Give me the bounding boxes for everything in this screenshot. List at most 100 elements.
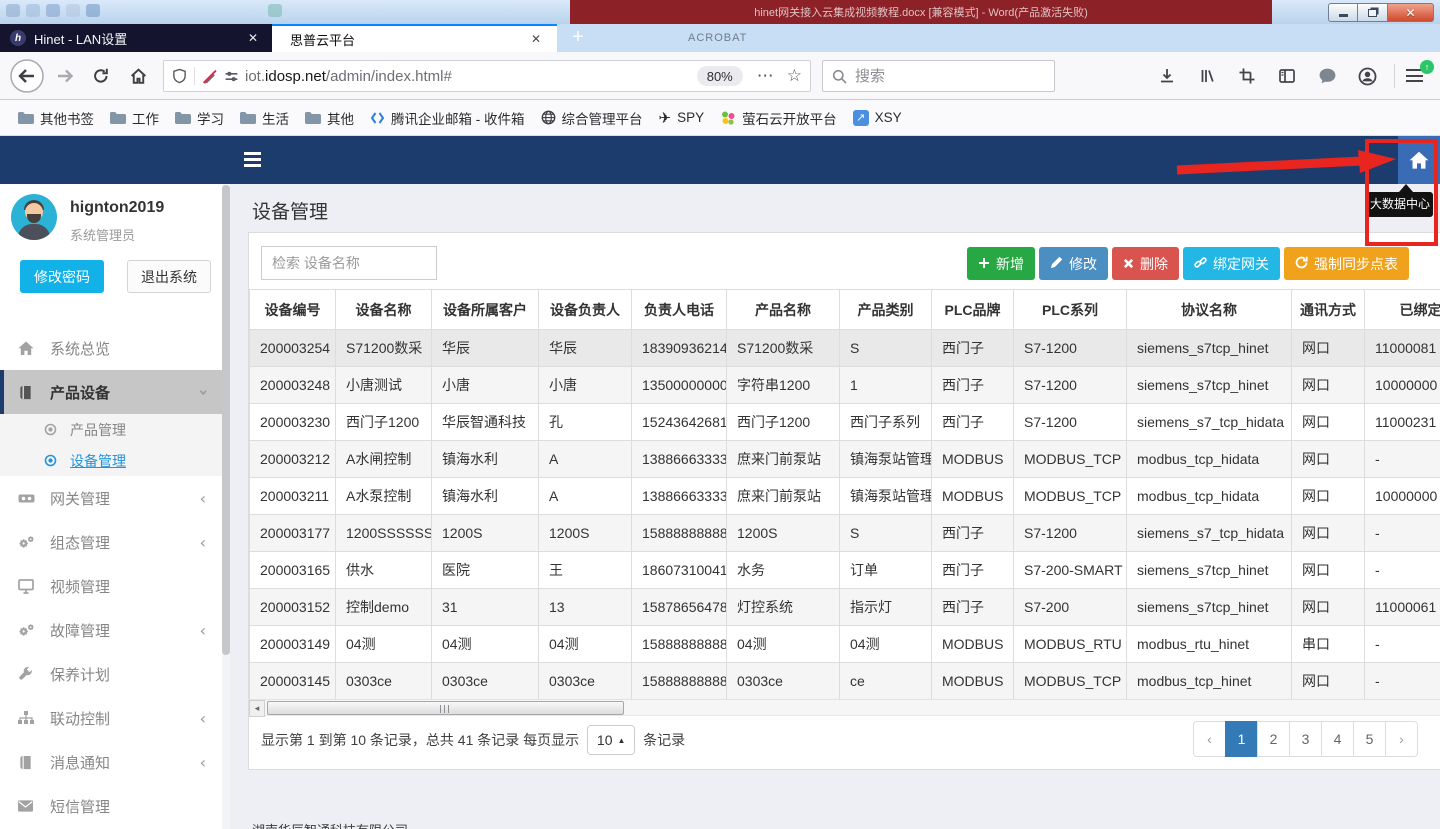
- column-header[interactable]: 设备负责人: [539, 290, 632, 330]
- shield-icon[interactable]: [172, 68, 187, 84]
- new-tab-button[interactable]: +: [566, 25, 590, 51]
- screenshot-icon[interactable]: [1230, 52, 1264, 100]
- downloads-icon[interactable]: [1150, 52, 1184, 100]
- restore-button[interactable]: [1358, 3, 1388, 22]
- column-header[interactable]: 设备名称: [336, 290, 432, 330]
- account-icon[interactable]: [1350, 52, 1384, 100]
- sidebar-item-设备管理[interactable]: 设备管理: [0, 445, 222, 476]
- sidebar-item-系统总览[interactable]: 系统总览: [0, 326, 222, 370]
- url-bar[interactable]: iot.idosp.net/admin/index.html# 80% ⋯ ☆: [163, 60, 811, 92]
- bookmark-star-icon[interactable]: ☆: [787, 66, 802, 86]
- tab-sipu-cloud[interactable]: 思普云平台 ✕: [272, 24, 557, 52]
- next-page-button[interactable]: ›: [1385, 721, 1418, 757]
- edit-button[interactable]: 修改: [1039, 247, 1108, 280]
- browser-search-input[interactable]: [855, 68, 1025, 85]
- sidebar-collapse-icon[interactable]: [244, 152, 261, 170]
- avatar[interactable]: [11, 194, 57, 240]
- table-cell: 13: [539, 589, 632, 626]
- minimize-button[interactable]: [1328, 3, 1358, 22]
- table-row[interactable]: 200003212A水闸控制镇海水利A13886663333庶来门前泵站镇海泵站…: [250, 441, 1440, 478]
- logout-button[interactable]: 退出系统: [127, 260, 211, 293]
- table-row[interactable]: 200003254S71200数采华辰华辰18390936214S71200数采…: [250, 330, 1440, 367]
- table-row[interactable]: 200003165供水医院王18607310041水务订单西门子S7-200-S…: [250, 552, 1440, 589]
- bookmark-item[interactable]: ✈SPY: [651, 105, 713, 131]
- table-row[interactable]: 2000031771200SSSSSS1200S1200S15888888888…: [250, 515, 1440, 552]
- sidebar-item-产品管理[interactable]: 产品管理: [0, 414, 222, 445]
- prev-page-button[interactable]: ‹: [1193, 721, 1226, 757]
- forward-button[interactable]: [50, 52, 80, 100]
- bookmark-item[interactable]: 其他: [297, 105, 362, 131]
- messenger-icon[interactable]: [1310, 52, 1344, 100]
- close-button[interactable]: ✕: [1388, 3, 1434, 22]
- scrollbar-thumb[interactable]: [222, 185, 230, 655]
- sidebar-item-短信管理[interactable]: 短信管理: [0, 784, 222, 828]
- delete-button[interactable]: 删除: [1112, 247, 1179, 280]
- url-text[interactable]: iot.idosp.net/admin/index.html#: [245, 68, 452, 85]
- tab-close-icon[interactable]: ✕: [248, 31, 258, 45]
- browser-search-box[interactable]: [822, 60, 1055, 92]
- column-header[interactable]: 协议名称: [1127, 290, 1292, 330]
- reload-button[interactable]: [86, 52, 116, 100]
- bookmark-item[interactable]: ↗XSY: [845, 105, 910, 131]
- sidebar-item-故障管理[interactable]: 故障管理‹: [0, 608, 222, 652]
- sidebar-toggle-icon[interactable]: [1270, 52, 1304, 100]
- bookmark-item[interactable]: 其他书签: [10, 105, 102, 131]
- sidebar-scrollbar[interactable]: [222, 184, 230, 829]
- sidebar-item-组态管理[interactable]: 组态管理‹: [0, 520, 222, 564]
- column-header[interactable]: 设备编号: [250, 290, 336, 330]
- bookmark-item[interactable]: 腾讯企业邮箱 - 收件箱: [362, 105, 533, 131]
- sidebar-item-联动控制[interactable]: 联动控制‹: [0, 696, 222, 740]
- column-header[interactable]: 产品类别: [840, 290, 932, 330]
- scroll-left-arrow[interactable]: ◂: [249, 700, 265, 717]
- tab-hinet-lan[interactable]: h Hinet - LAN设置 ✕: [0, 24, 272, 52]
- table-row[interactable]: 2000031450303ce0303ce0303ce1588888888803…: [250, 663, 1440, 700]
- table-cell: 水务: [727, 552, 840, 589]
- table-row[interactable]: 200003248小唐测试小唐小唐13500000000字符串12001西门子S…: [250, 367, 1440, 404]
- column-header[interactable]: PLC系列: [1014, 290, 1127, 330]
- caret-up-icon: ▲: [618, 736, 626, 745]
- device-search-input[interactable]: [261, 246, 437, 280]
- bookmark-item[interactable]: 工作: [102, 105, 167, 131]
- column-header[interactable]: PLC品牌: [932, 290, 1014, 330]
- library-icon[interactable]: [1190, 52, 1224, 100]
- bookmark-item[interactable]: 生活: [232, 105, 297, 131]
- column-header[interactable]: 产品名称: [727, 290, 840, 330]
- table-row[interactable]: 200003152控制demo311315878656478灯控系统指示灯西门子…: [250, 589, 1440, 626]
- sidebar-item-保养计划[interactable]: 保养计划: [0, 652, 222, 696]
- xsy-icon: ↗: [853, 110, 869, 126]
- column-header[interactable]: 设备所属客户: [432, 290, 539, 330]
- back-button[interactable]: [7, 52, 47, 100]
- sidebar-item-产品设备[interactable]: 产品设备‹: [0, 370, 222, 414]
- scrollbar-thumb[interactable]: [267, 701, 624, 715]
- tab-close-icon[interactable]: ✕: [531, 32, 541, 46]
- add-button[interactable]: 新增: [967, 247, 1035, 280]
- bookmark-item[interactable]: 学习: [167, 105, 232, 131]
- column-header[interactable]: 已绑定网关: [1365, 290, 1440, 330]
- page-actions-icon[interactable]: ⋯: [757, 66, 775, 86]
- table-row[interactable]: 20000314904测04测04测1588888888804测04测MODBU…: [250, 626, 1440, 663]
- menu-icon[interactable]: [1406, 69, 1423, 86]
- pencil-disabled-icon[interactable]: [202, 69, 217, 84]
- bind-gateway-button[interactable]: 绑定网关: [1183, 247, 1280, 280]
- table-row[interactable]: 200003230西门子1200华辰智通科技孔15243642681西门子120…: [250, 404, 1440, 441]
- column-header[interactable]: 通讯方式: [1292, 290, 1365, 330]
- column-header[interactable]: 负责人电话: [632, 290, 727, 330]
- table-row[interactable]: 200003211A水泵控制镇海水利A13886663333庶来门前泵站镇海泵站…: [250, 478, 1440, 515]
- change-password-button[interactable]: 修改密码: [20, 260, 104, 293]
- horizontal-scrollbar[interactable]: ◂: [249, 699, 1440, 716]
- page-button-4[interactable]: 4: [1321, 721, 1354, 757]
- home-button[interactable]: [122, 52, 154, 100]
- sidebar-item-视频管理[interactable]: 视频管理: [0, 564, 222, 608]
- page-button-5[interactable]: 5: [1353, 721, 1386, 757]
- sidebar-item-消息通知[interactable]: 消息通知‹: [0, 740, 222, 784]
- bookmark-item[interactable]: 综合管理平台: [533, 105, 651, 131]
- zoom-level-badge[interactable]: 80%: [697, 66, 743, 86]
- force-sync-button[interactable]: 强制同步点表: [1284, 247, 1409, 280]
- sidebar-item-网关管理[interactable]: 网关管理‹: [0, 476, 222, 520]
- permissions-icon[interactable]: [224, 69, 239, 84]
- page-button-3[interactable]: 3: [1289, 721, 1322, 757]
- page-button-2[interactable]: 2: [1257, 721, 1290, 757]
- bookmark-item[interactable]: 萤石云开放平台: [712, 105, 845, 131]
- page-size-dropdown[interactable]: 10▲: [587, 725, 635, 755]
- page-button-1[interactable]: 1: [1225, 721, 1258, 757]
